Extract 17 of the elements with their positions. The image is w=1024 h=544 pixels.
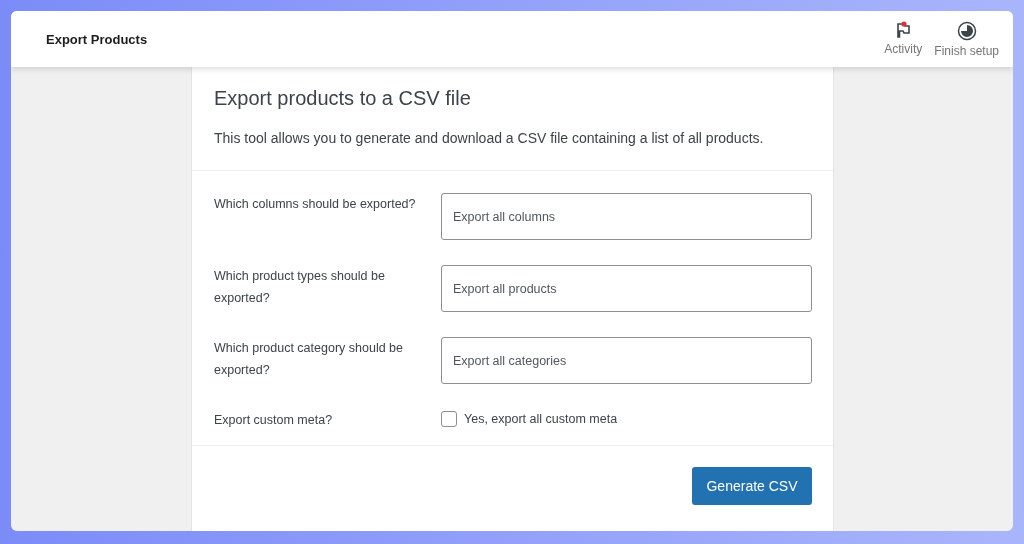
select-field[interactable]: Export all categories (441, 337, 812, 384)
select-field[interactable]: Export all columns (441, 193, 812, 240)
field-label: Which product category should be exported? (214, 340, 404, 379)
page-title: Export Products (46, 31, 148, 47)
field-label: Which product types should be exported? (214, 268, 386, 307)
select-field[interactable]: Export all products (441, 265, 812, 312)
card-title: Export products to a CSV file (214, 87, 472, 110)
header-action[interactable]: Activity (882, 20, 925, 58)
card-description: This tool allows you to generate and download a CSV file containing a list of all products. (214, 130, 765, 146)
field-label: Which columns should be exported? (214, 196, 417, 213)
header-action[interactable]: Finish setup (932, 20, 1001, 58)
flag-icon (894, 20, 913, 39)
generate-csv-button[interactable]: Generate CSV (692, 467, 812, 505)
checkbox-label: Yes, export all custom meta (464, 412, 618, 426)
progress-icon (956, 20, 977, 41)
field-label: Export custom meta? (214, 412, 334, 429)
checkbox[interactable] (441, 411, 457, 427)
